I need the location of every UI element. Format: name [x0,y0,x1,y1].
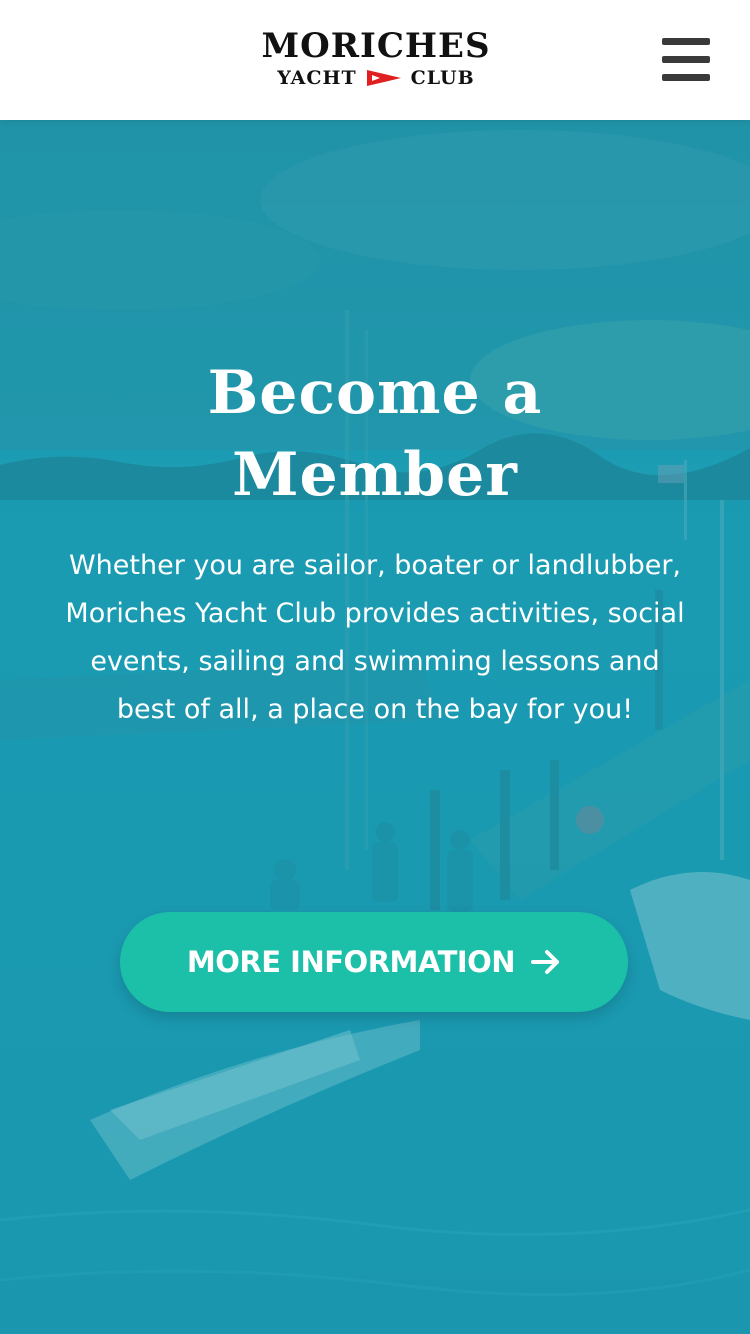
hero-title-line1: Become a [207,358,543,428]
logo-wordmark: MORICHES [261,26,491,66]
hamburger-menu-icon[interactable] [662,38,710,82]
burgee-flag-icon [366,69,401,87]
hero-title: Become a Member [75,352,675,516]
logo-club-text: CLUB [410,67,475,89]
site-header: MORICHES YACHT CLUB [0,0,750,120]
hero-section: Become a Member Whether you are sailor, … [0,120,750,1334]
hero-description: Whether you are sailor, boater or landlu… [65,550,685,725]
logo-subline: YACHT CLUB [236,66,516,90]
more-information-button[interactable]: MORE INFORMATION [120,912,628,1012]
more-information-label: MORE INFORMATION [186,945,516,979]
hero-title-line2: Member [232,440,518,510]
site-logo[interactable]: MORICHES YACHT CLUB [236,28,516,92]
arrow-right-icon [531,949,561,975]
logo-yacht-text: YACHT [277,67,357,89]
